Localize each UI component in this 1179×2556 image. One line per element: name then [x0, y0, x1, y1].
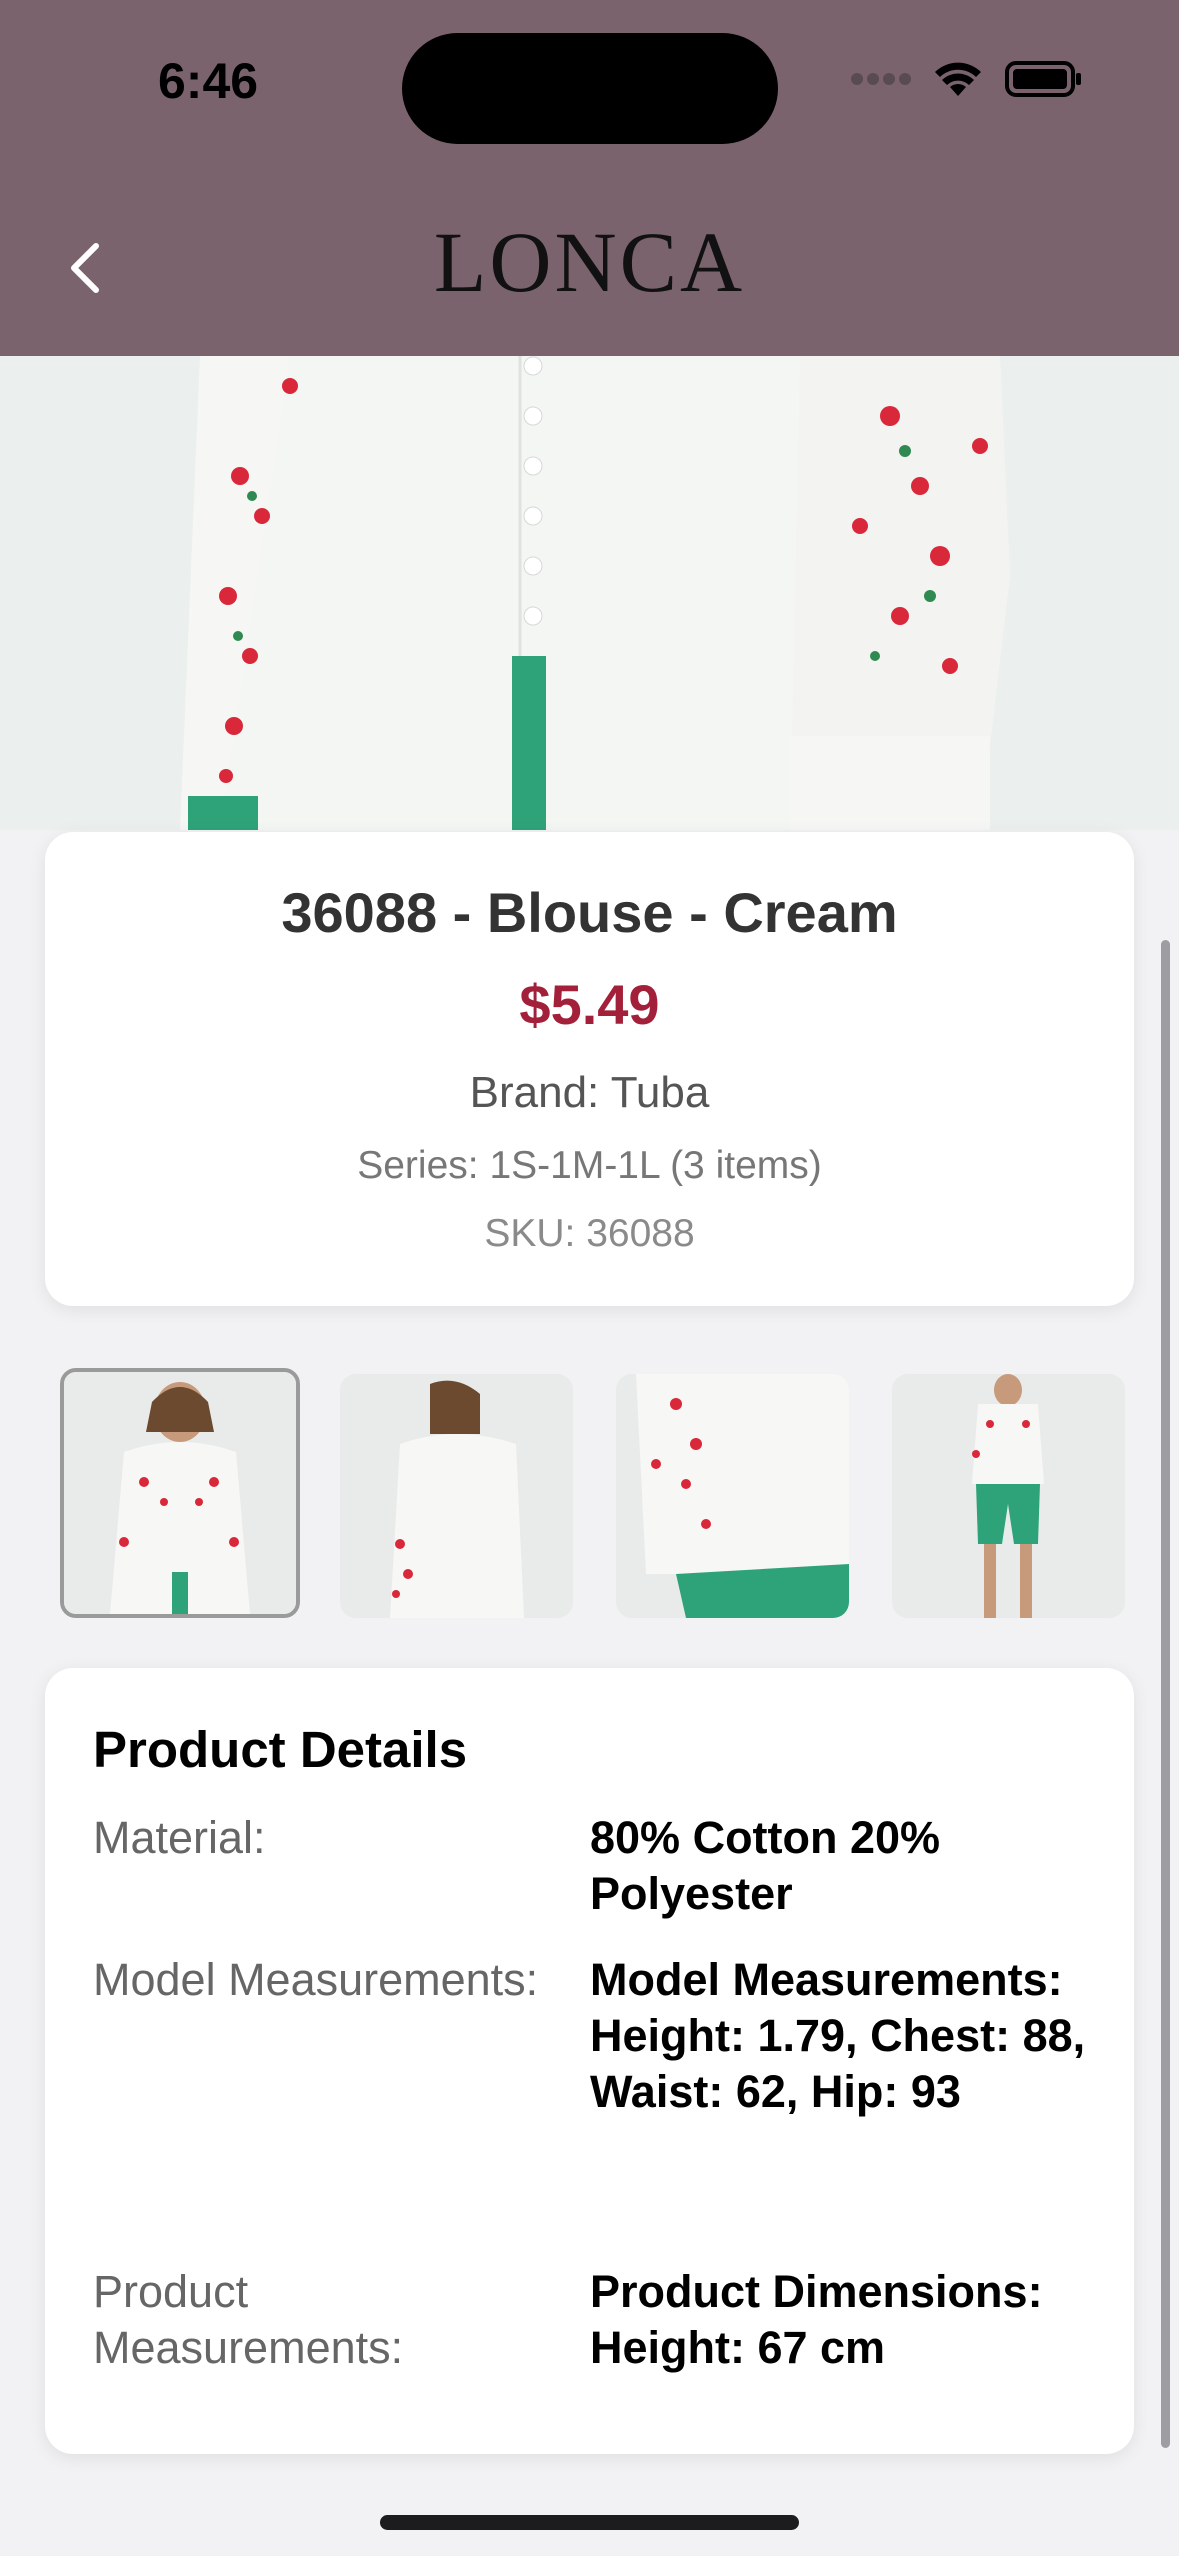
- thumbnail-2[interactable]: [340, 1374, 573, 1618]
- brand-logo: LONCA: [433, 214, 746, 310]
- product-measurements-value: Product Dimensions: Height: 67 cm: [590, 2266, 1043, 2373]
- thumbnail-image: [892, 1374, 1125, 1618]
- thumbnail-4[interactable]: [892, 1374, 1125, 1618]
- cellular-signal-icon: [851, 73, 911, 85]
- product-brand: Brand: Tuba: [469, 1068, 710, 1117]
- status-icons: [851, 60, 1083, 98]
- thumbnail-3[interactable]: [616, 1374, 849, 1618]
- model-measurements-value: Model Measurements: Height: 1.79, Chest:…: [590, 1954, 1086, 2117]
- details-title: Product Details: [93, 1721, 468, 1778]
- thumbnail-image: [616, 1374, 849, 1618]
- scrollbar[interactable]: [1161, 940, 1170, 2448]
- thumbnail-image: [340, 1374, 573, 1618]
- thumbnail-image: [64, 1372, 296, 1614]
- battery-icon: [1005, 61, 1081, 97]
- product-series: Series: 1S-1M-1L (3 items): [357, 1144, 822, 1187]
- product-sku: SKU: 36088: [484, 1212, 695, 1255]
- dynamic-island: [402, 33, 778, 144]
- product-hero-image[interactable]: [0, 356, 1179, 830]
- product-info-card: 36088 - Blouse - Cream $5.49 Brand: Tuba…: [45, 832, 1134, 1306]
- material-label: Material:: [93, 1812, 266, 1863]
- thumbnail-1[interactable]: [60, 1368, 300, 1618]
- home-indicator[interactable]: [380, 2515, 799, 2530]
- product-details-card: Product Details Material: 80% Cotton 20%…: [45, 1668, 1134, 2454]
- material-value: 80% Cotton 20% Polyester: [590, 1812, 941, 1919]
- app-header: 6:46 LONCA: [0, 0, 1179, 356]
- product-price: $5.49: [519, 973, 660, 1036]
- product-measurements-label: Product Measurements:: [93, 2266, 404, 2373]
- model-measurements-label: Model Measurements:: [93, 1954, 539, 2005]
- product-title: 36088 - Blouse - Cream: [281, 881, 898, 944]
- wifi-icon: [935, 62, 981, 96]
- blouse-photo: [0, 356, 1179, 830]
- thumbnail-strip: [60, 1368, 1130, 1624]
- status-time: 6:46: [158, 53, 259, 109]
